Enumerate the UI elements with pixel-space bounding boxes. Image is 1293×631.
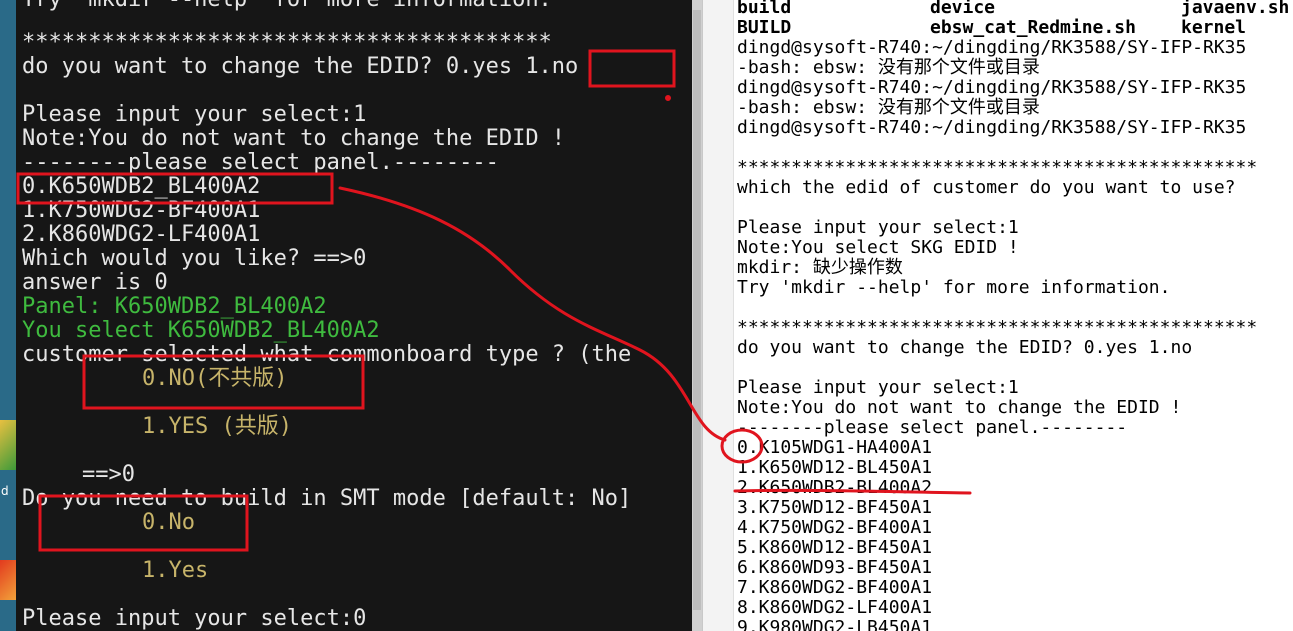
terminal-line: do you want to change the EDID? 0.yes 1.… xyxy=(737,337,1193,358)
desktop-icon-label: d xyxy=(1,484,9,498)
terminal-line: Which would you like? ==>0 xyxy=(22,246,367,271)
terminal-line: do you want to change the EDID? 0.yes 1.… xyxy=(22,54,579,79)
terminal-line: --------please select panel.-------- xyxy=(737,417,1128,438)
terminal-line: Panel: K650WDB2_BL400A2 xyxy=(22,294,327,319)
terminal-line: mkdir: 缺少操作数 xyxy=(737,257,903,278)
terminal-line: You select K650WDB2_BL400A2 xyxy=(22,318,380,343)
terminal-line: Try 'mkdir --help' for more information. xyxy=(737,277,1171,298)
terminal-line: dingd@sysoft-R740:~/dingding/RK3588/SY-I… xyxy=(737,117,1247,138)
terminal-line: Note:You do not want to change the EDID … xyxy=(737,397,1182,418)
terminal-line: ****************************************… xyxy=(737,157,1258,178)
terminal-line: 2.K860WDG2-LF400A1 xyxy=(22,222,261,247)
terminal-line: Please input your select:1 xyxy=(22,102,367,127)
terminal-line: Please input your select:0 xyxy=(22,606,367,631)
terminal-line: 3.K750WD12-BF450A1 xyxy=(737,497,933,518)
terminal-line: 1.YES (共版) xyxy=(142,414,292,439)
ls-entry: ebsw_cat_Redmine.sh xyxy=(930,17,1136,38)
terminal-line: Note:You select SKG EDID ! xyxy=(737,237,1019,258)
terminal-line: 1.Yes xyxy=(142,558,209,583)
desktop-app-icon-2[interactable] xyxy=(0,560,16,600)
terminal-line: 2.K650WDB2-BL400A2 xyxy=(737,477,933,498)
terminal-line: **************************************** xyxy=(22,30,552,55)
terminal-line: ****************************************… xyxy=(737,317,1258,338)
terminal-line: 6.K860WD93-BF450A1 xyxy=(737,557,933,578)
terminal-line: 1.K750WDG2-BF400A1 xyxy=(22,198,261,223)
terminal-line: ==>0 xyxy=(82,462,135,487)
desktop-strip: d xyxy=(0,0,16,631)
terminal-line: customer selected what commonboard type … xyxy=(22,342,632,367)
terminal-line: which the edid of customer do you want t… xyxy=(737,177,1236,198)
left-terminal-scrollbar[interactable] xyxy=(692,0,702,631)
terminal-line: 0.No xyxy=(142,510,195,535)
terminal-line: 0.K105WDG1-HA400A1 xyxy=(737,437,933,458)
terminal-line: --------please select panel.-------- xyxy=(22,150,499,175)
terminal-line: dingd@sysoft-R740:~/dingding/RK3588/SY-I… xyxy=(737,77,1247,98)
desktop-app-icon[interactable] xyxy=(0,420,16,470)
terminal-line: 9.K980WDG2-LB450A1 xyxy=(737,617,933,631)
ls-entry: javaenv.sh xyxy=(1181,0,1290,18)
ls-entry: BUILD xyxy=(737,17,792,38)
terminal-line: 0.NO(不共版) xyxy=(142,366,288,391)
terminal-line: 8.K860WDG2-LF400A1 xyxy=(737,597,933,618)
window-divider xyxy=(702,0,734,631)
terminal-line: answer is 0 xyxy=(22,270,168,295)
terminal-line: 4.K750WDG2-BF400A1 xyxy=(737,517,933,538)
terminal-line: 7.K860WDG2-BF400A1 xyxy=(737,577,933,598)
ls-entry: build xyxy=(737,0,792,18)
terminal-line: Do you need to build in SMT mode [defaul… xyxy=(22,486,632,511)
terminal-line: Please input your select:1 xyxy=(737,377,1019,398)
terminal-line: 5.K860WD12-BF450A1 xyxy=(737,537,933,558)
terminal-line: 1.K650WD12-BL450A1 xyxy=(737,457,933,478)
ls-entry: device xyxy=(930,0,996,18)
ls-entry: kernel xyxy=(1181,17,1247,38)
terminal-line: dingd@sysoft-R740:~/dingding/RK3588/SY-I… xyxy=(737,37,1247,58)
scrollbar-thumb[interactable] xyxy=(693,10,701,610)
terminal-line: 0.K650WDB2_BL400A2 xyxy=(22,174,261,199)
right-terminal-window[interactable]: build device javaenv.sh BUILD ebsw_cat_R… xyxy=(734,0,1293,631)
terminal-line: Try 'mkdir --help' for more information. xyxy=(22,0,552,12)
terminal-line: -bash: ebsw: 没有那个文件或目录 xyxy=(737,97,1040,118)
terminal-line: -bash: ebsw: 没有那个文件或目录 xyxy=(737,57,1040,78)
left-terminal-window[interactable]: Try 'mkdir --help' for more information.… xyxy=(16,0,702,631)
terminal-line: Please input your select:1 xyxy=(737,217,1019,238)
terminal-line: Note:You do not want to change the EDID … xyxy=(22,126,566,151)
